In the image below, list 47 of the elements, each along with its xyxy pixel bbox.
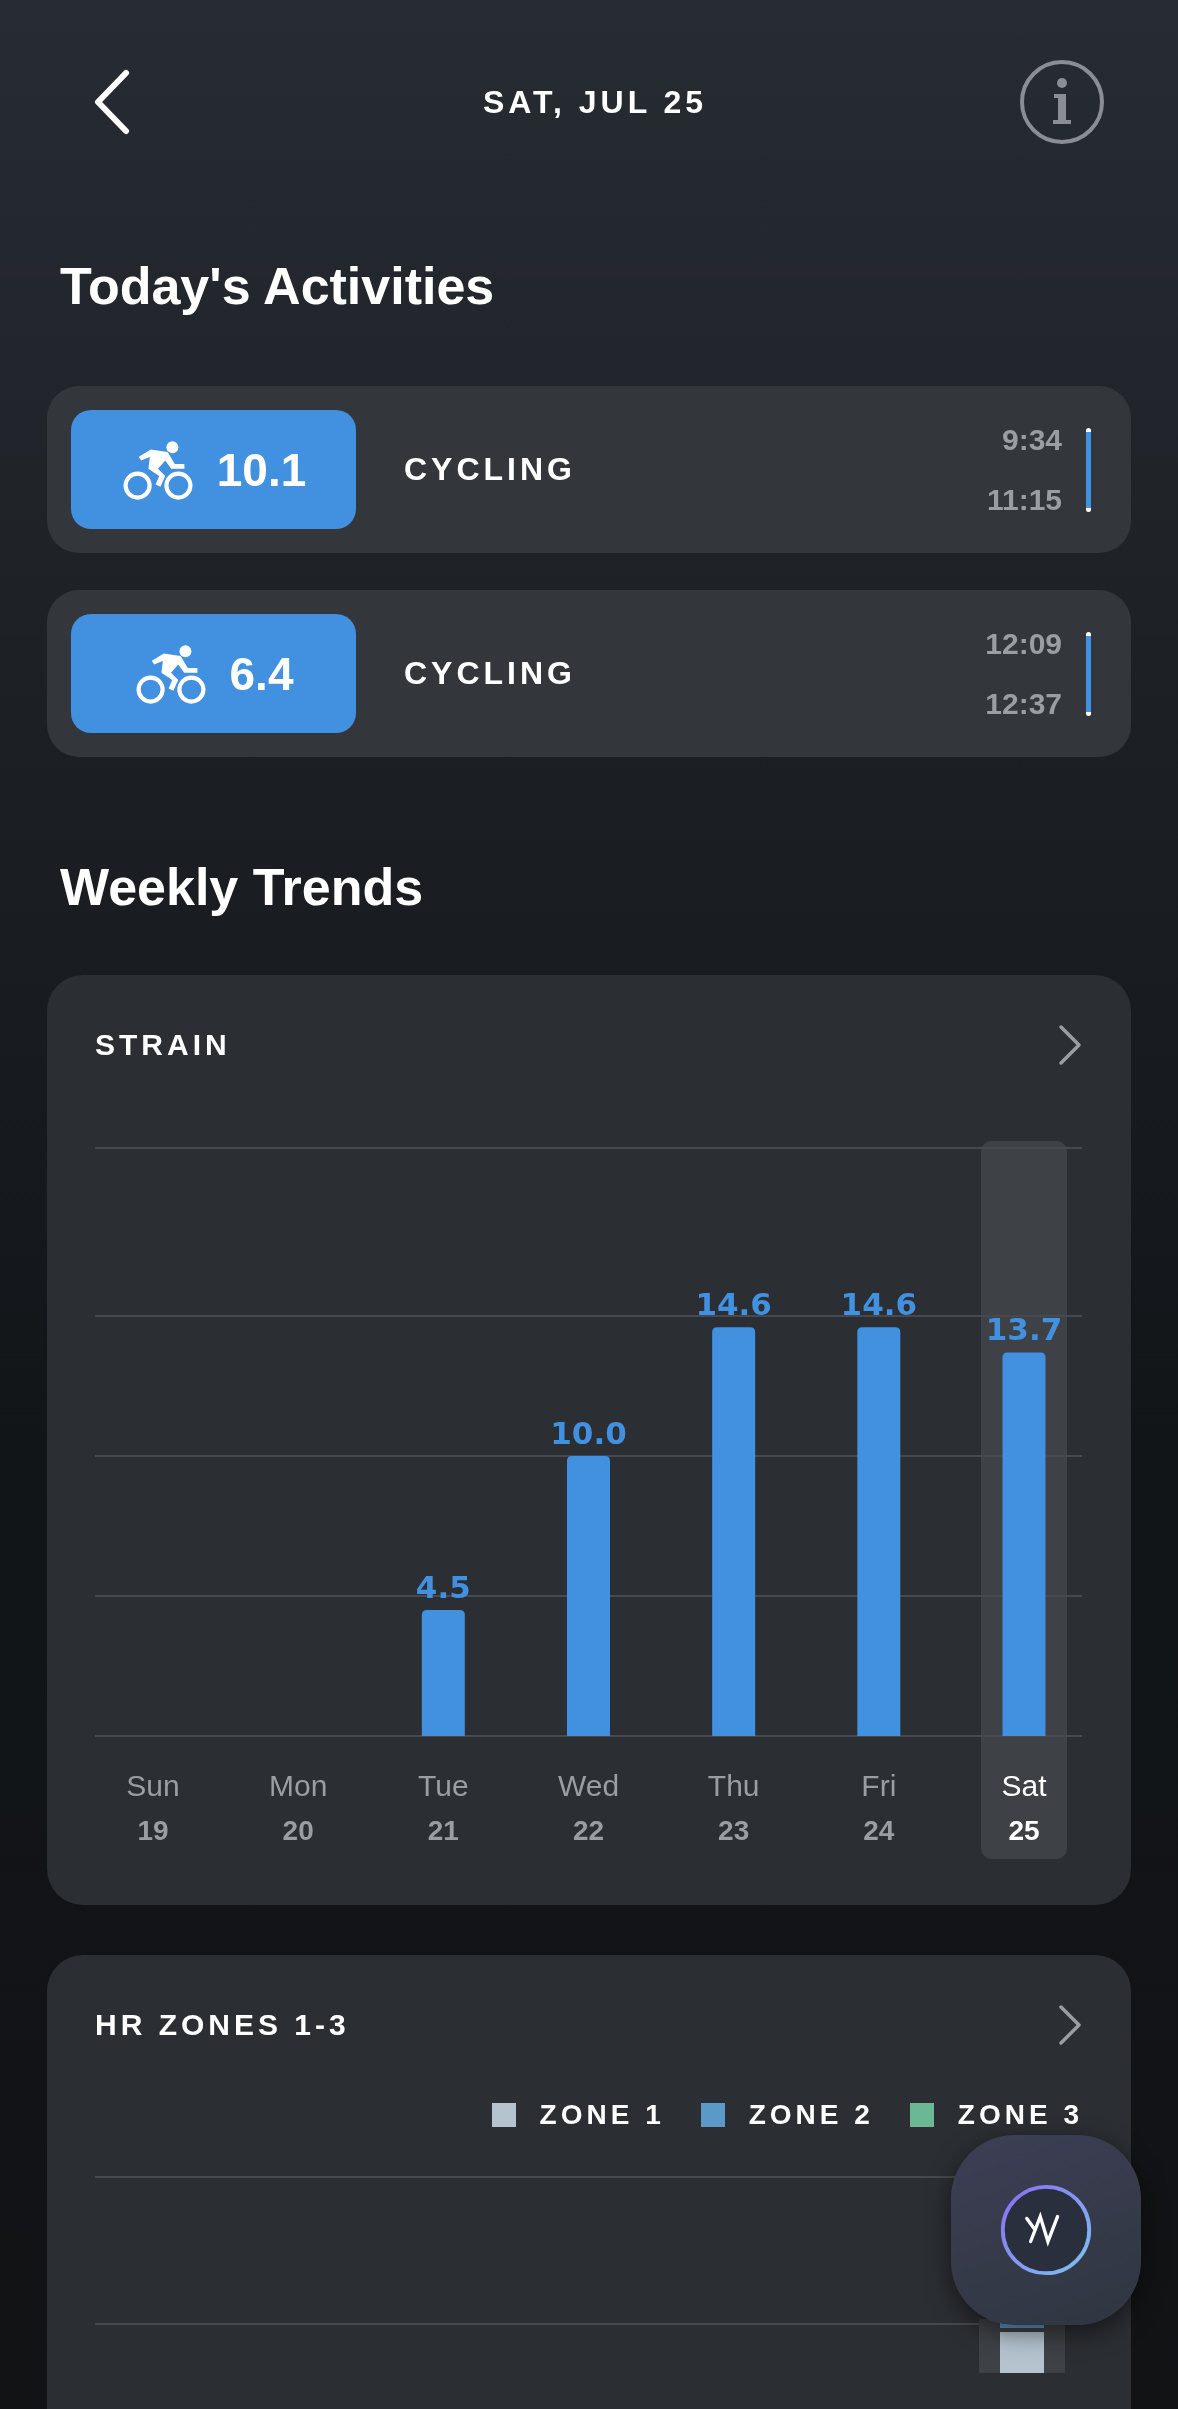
- date-label: 20: [282, 1815, 314, 1846]
- value-label: 4.5: [415, 1569, 471, 1605]
- legend-label: ZONE 3: [957, 2099, 1083, 2131]
- activity-name: CYCLING: [404, 655, 577, 692]
- card-title: HR ZONES 1-3: [95, 2008, 350, 2042]
- start-time: 12:09: [985, 626, 1062, 661]
- activity-name: CYCLING: [404, 451, 577, 488]
- section-title: Today's Activities: [60, 256, 496, 316]
- end-time: 12:37: [985, 686, 1062, 721]
- value-label: 14.6: [840, 1286, 918, 1323]
- card-title: STRAIN: [95, 1028, 231, 1062]
- info-icon[interactable]: [1018, 58, 1106, 146]
- strain-score: 6.4: [229, 646, 294, 701]
- day-label: Mon: [269, 1769, 328, 1802]
- date-title: SAT, JUL 25: [482, 83, 708, 121]
- date-label: 24: [863, 1815, 895, 1846]
- day-label: Fri: [861, 1769, 897, 1802]
- start-time: 9:34: [1001, 422, 1062, 457]
- date-label: 21: [427, 1815, 459, 1846]
- day-label: Tue: [418, 1769, 469, 1802]
- end-time: 11:15: [986, 482, 1062, 517]
- date-label: 23: [718, 1815, 750, 1846]
- date-label: 19: [137, 1815, 169, 1846]
- hr-zones-card[interactable]: HR ZONES 1-3 ZONE 1 ZONE 2 ZONE 3: [47, 1955, 1131, 2409]
- cyclist-icon: [133, 643, 208, 704]
- chevron-right-icon[interactable]: [1057, 1023, 1083, 1067]
- cyclist-icon: [120, 439, 195, 500]
- value-label: 14.6: [695, 1286, 772, 1323]
- section-title: Weekly Trends: [60, 857, 425, 917]
- strain-score: 10.1: [216, 442, 307, 497]
- assistant-button[interactable]: [951, 2135, 1141, 2325]
- logo-icon: [998, 2182, 1094, 2278]
- chevron-right-icon[interactable]: [1057, 2003, 1083, 2047]
- legend-label: ZONE 1: [539, 2099, 665, 2131]
- day-label: Sun: [126, 1769, 180, 1802]
- strain-card[interactable]: STRAIN 4.5 10.0 14.6 14.6 13.7 Sun 19 Mon 20 Tue 21 Wed 22 Thu 23 Fri 24 Sat 25: [47, 975, 1131, 1905]
- legend-label: ZONE 2: [748, 2099, 874, 2131]
- value-label: 10.0: [550, 1415, 627, 1451]
- value-label: 13.7: [985, 1311, 1063, 1348]
- activity-card[interactable]: 6.4 CYCLING 12:09 12:37: [47, 590, 1131, 757]
- activity-card[interactable]: 10.1 CYCLING 9:34 11:15: [47, 386, 1131, 553]
- day-label: Wed: [557, 1769, 620, 1802]
- day-label: Sat: [1001, 1769, 1047, 1802]
- back-icon[interactable]: [92, 69, 132, 135]
- date-label: 25: [1008, 1815, 1040, 1846]
- day-label: Thu: [707, 1769, 760, 1802]
- date-label: 22: [572, 1815, 605, 1846]
